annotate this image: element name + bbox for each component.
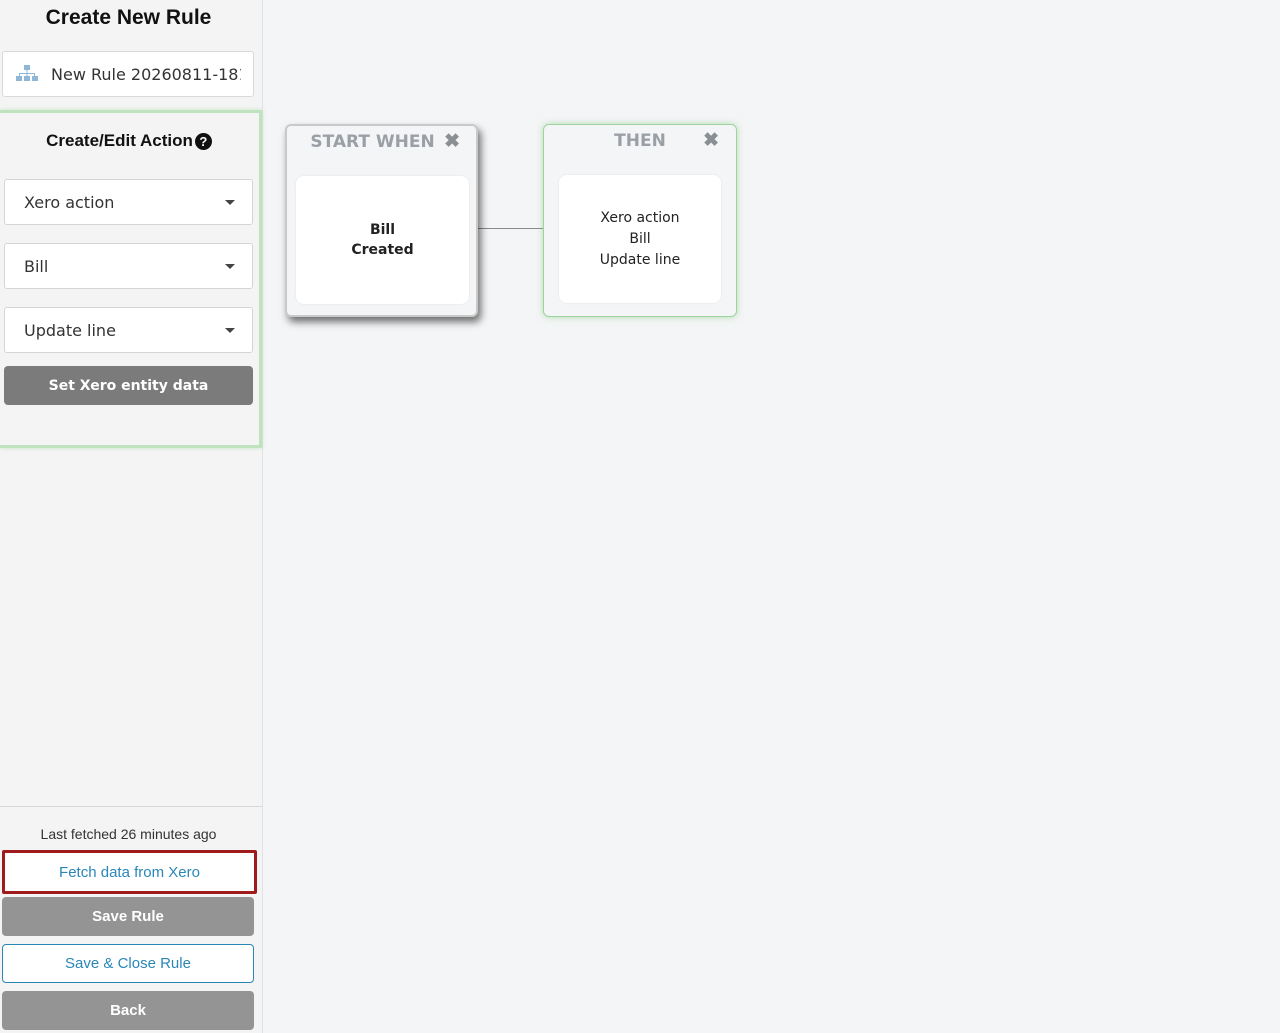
then-node[interactable]: THEN ✖ Xero action Bill Update line <box>543 124 737 317</box>
operation-value: Update line <box>24 320 116 340</box>
action-entity-text: Bill <box>629 230 651 247</box>
fetch-data-button[interactable]: Fetch data from Xero <box>2 850 257 894</box>
action-type-text: Xero action <box>600 209 680 226</box>
save-close-rule-button[interactable]: Save & Close Rule <box>2 944 254 983</box>
operation-select[interactable]: Update line <box>4 307 253 353</box>
help-icon[interactable]: ? <box>194 132 212 150</box>
org-chart-icon <box>3 52 51 96</box>
trigger-entity: Bill <box>369 222 396 238</box>
start-when-node[interactable]: START WHEN ✖ Bill Created <box>285 124 478 317</box>
back-button[interactable]: Back <box>2 991 254 1030</box>
action-panel-title: Create/Edit Action ? <box>0 131 258 151</box>
entity-select[interactable]: Bill <box>4 243 253 289</box>
divider <box>0 806 263 807</box>
close-icon[interactable]: ✖ <box>703 129 719 152</box>
action-card[interactable]: Xero action Bill Update line <box>559 175 721 303</box>
rule-name-field[interactable] <box>2 51 254 97</box>
connector-line <box>478 228 543 229</box>
action-type-value: Xero action <box>24 192 115 212</box>
action-panel-title-text: Create/Edit Action <box>46 131 193 150</box>
page-title: Create New Rule <box>45 6 212 29</box>
save-rule-button[interactable]: Save Rule <box>2 897 254 936</box>
chevron-down-icon <box>225 200 235 205</box>
action-panel: Create/Edit Action ? Xero action Bill Up… <box>0 110 262 448</box>
chevron-down-icon <box>225 264 235 269</box>
chevron-down-icon <box>225 328 235 333</box>
close-icon[interactable]: ✖ <box>444 130 460 153</box>
action-type-select[interactable]: Xero action <box>4 179 253 225</box>
action-operation-text: Update line <box>599 251 681 268</box>
sidebar: Create New Rule Create/Edit Action ? Xer… <box>0 0 263 1033</box>
last-fetched-text: Last fetched 26 minutes ago <box>40 826 217 842</box>
trigger-event: Created <box>351 242 414 258</box>
entity-value: Bill <box>24 256 49 276</box>
set-entity-data-button[interactable]: Set Xero entity data <box>4 366 253 405</box>
rule-name-input[interactable] <box>51 64 241 84</box>
trigger-card[interactable]: Bill Created <box>296 176 469 304</box>
